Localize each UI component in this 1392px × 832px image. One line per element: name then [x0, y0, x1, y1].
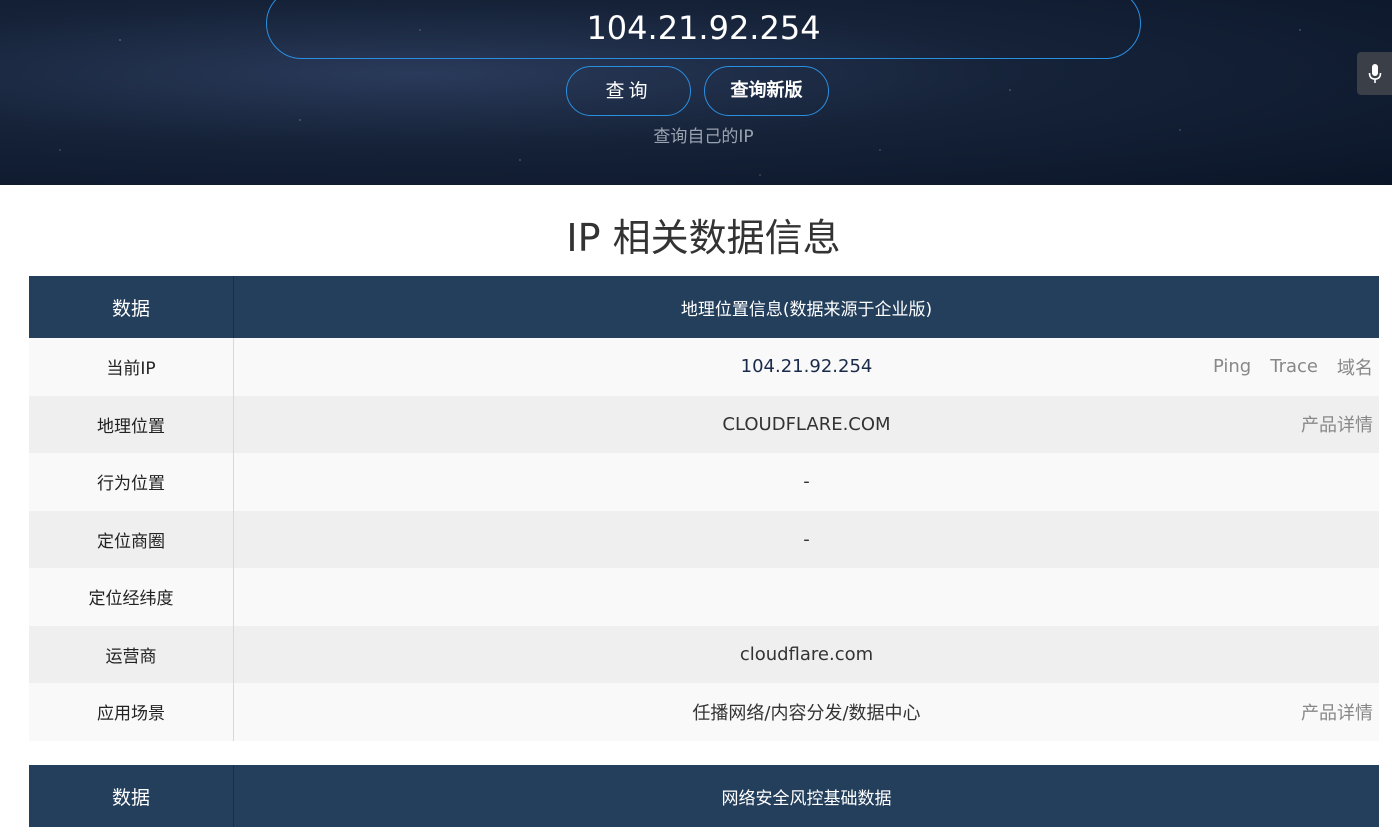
table-row-behavior-location: 行为位置 - — [29, 453, 1379, 511]
row-label: 行为位置 — [29, 453, 234, 511]
row-value: - — [803, 528, 810, 550]
row-label: 应用场景 — [29, 683, 234, 741]
query-button[interactable]: 查询 — [566, 66, 691, 116]
row-value: 任播网络/内容分发/数据中心 — [692, 702, 921, 724]
table-row-usage-scenario: 应用场景 任播网络/内容分发/数据中心 产品详情 — [29, 683, 1379, 741]
table-row-current-ip: 当前IP 104.21.92.254 Ping Trace 域名 — [29, 338, 1379, 396]
table-row-isp: 运营商 cloudflare.com — [29, 625, 1379, 683]
header-data-col: 数据 — [29, 276, 234, 338]
table-row-business-district: 定位商圈 - — [29, 510, 1379, 568]
ip-search-input[interactable]: 104.21.92.254 — [266, 0, 1141, 59]
voice-input-button[interactable] — [1357, 52, 1392, 95]
ping-link[interactable]: Ping — [1213, 356, 1251, 377]
row-value: cloudflare.com — [739, 643, 874, 665]
geo-info-table: 数据 地理位置信息(数据来源于企业版) 当前IP 104.21.92.254 P… — [29, 276, 1379, 741]
page-title: IP 相关数据信息 — [566, 216, 841, 260]
row-label: 当前IP — [29, 338, 234, 396]
microphone-icon — [1368, 63, 1381, 83]
table-header: 数据 网络安全风控基础数据 — [29, 765, 1379, 827]
security-data-table: 数据 网络安全风控基础数据 — [29, 765, 1379, 827]
table-row-geo-location: 地理位置 CLOUDFLARE.COM 产品详情 — [29, 395, 1379, 453]
table-header: 数据 地理位置信息(数据来源于企业版) — [29, 276, 1379, 338]
product-details-link[interactable]: 产品详情 — [1301, 411, 1373, 437]
trace-link[interactable]: Trace — [1270, 356, 1318, 377]
table-row-coordinates: 定位经纬度 — [29, 568, 1379, 626]
domain-link[interactable]: 域名 — [1337, 354, 1373, 380]
query-new-version-button[interactable]: 查询新版 — [704, 66, 829, 116]
hero-banner: 104.21.92.254 查询 查询新版 查询自己的IP — [0, 0, 1392, 185]
product-details-link[interactable]: 产品详情 — [1301, 699, 1373, 725]
row-value: CLOUDFLARE.COM — [722, 413, 891, 435]
row-value: - — [803, 471, 810, 493]
header-security-col: 网络安全风控基础数据 — [721, 788, 892, 809]
row-label: 地理位置 — [29, 395, 234, 453]
row-label: 运营商 — [29, 625, 234, 683]
row-value: 104.21.92.254 — [740, 356, 873, 378]
header-data-col: 数据 — [29, 765, 234, 827]
header-geo-col: 地理位置信息(数据来源于企业版) — [680, 299, 933, 320]
row-label: 定位商圈 — [29, 510, 234, 568]
query-own-ip-link[interactable]: 查询自己的IP — [0, 122, 1392, 147]
row-label: 定位经纬度 — [29, 568, 234, 626]
